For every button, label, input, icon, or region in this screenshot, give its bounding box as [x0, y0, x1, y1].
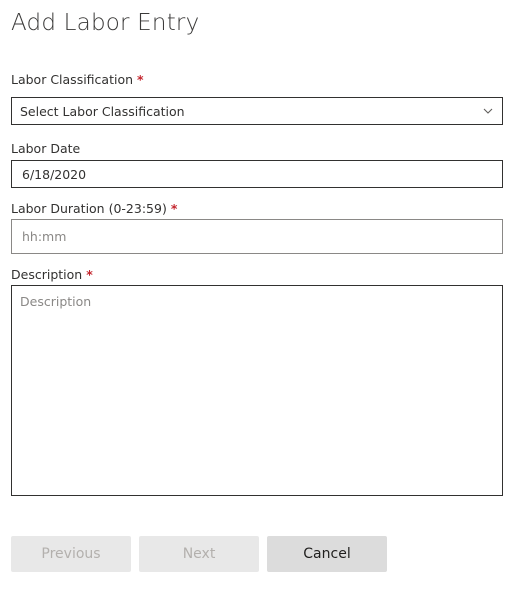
- labor-date-label: Labor Date: [11, 141, 81, 156]
- labor-duration-label-text: Labor Duration (0-23:59): [11, 201, 167, 216]
- chevron-down-icon: [483, 108, 493, 114]
- description-textarea[interactable]: [11, 285, 503, 496]
- labor-duration-input[interactable]: [11, 219, 503, 254]
- cancel-button[interactable]: Cancel: [267, 536, 387, 572]
- form-title: Add Labor Entry: [11, 10, 200, 36]
- required-marker: *: [137, 72, 144, 87]
- next-button[interactable]: Next: [139, 536, 259, 572]
- description-label: Description *: [11, 267, 93, 282]
- description-label-text: Description: [11, 267, 83, 282]
- labor-classification-label: Labor Classification *: [11, 72, 144, 87]
- labor-classification-selected: Select Labor Classification: [20, 103, 185, 119]
- required-marker: *: [170, 201, 178, 216]
- labor-duration-label: Labor Duration (0-23:59) *: [11, 201, 177, 216]
- labor-classification-dropdown[interactable]: Select Labor Classification: [11, 97, 503, 125]
- labor-classification-label-text: Labor Classification: [11, 72, 134, 87]
- previous-button[interactable]: Previous: [11, 536, 131, 572]
- labor-date-input[interactable]: [11, 160, 503, 188]
- required-marker: *: [86, 267, 93, 282]
